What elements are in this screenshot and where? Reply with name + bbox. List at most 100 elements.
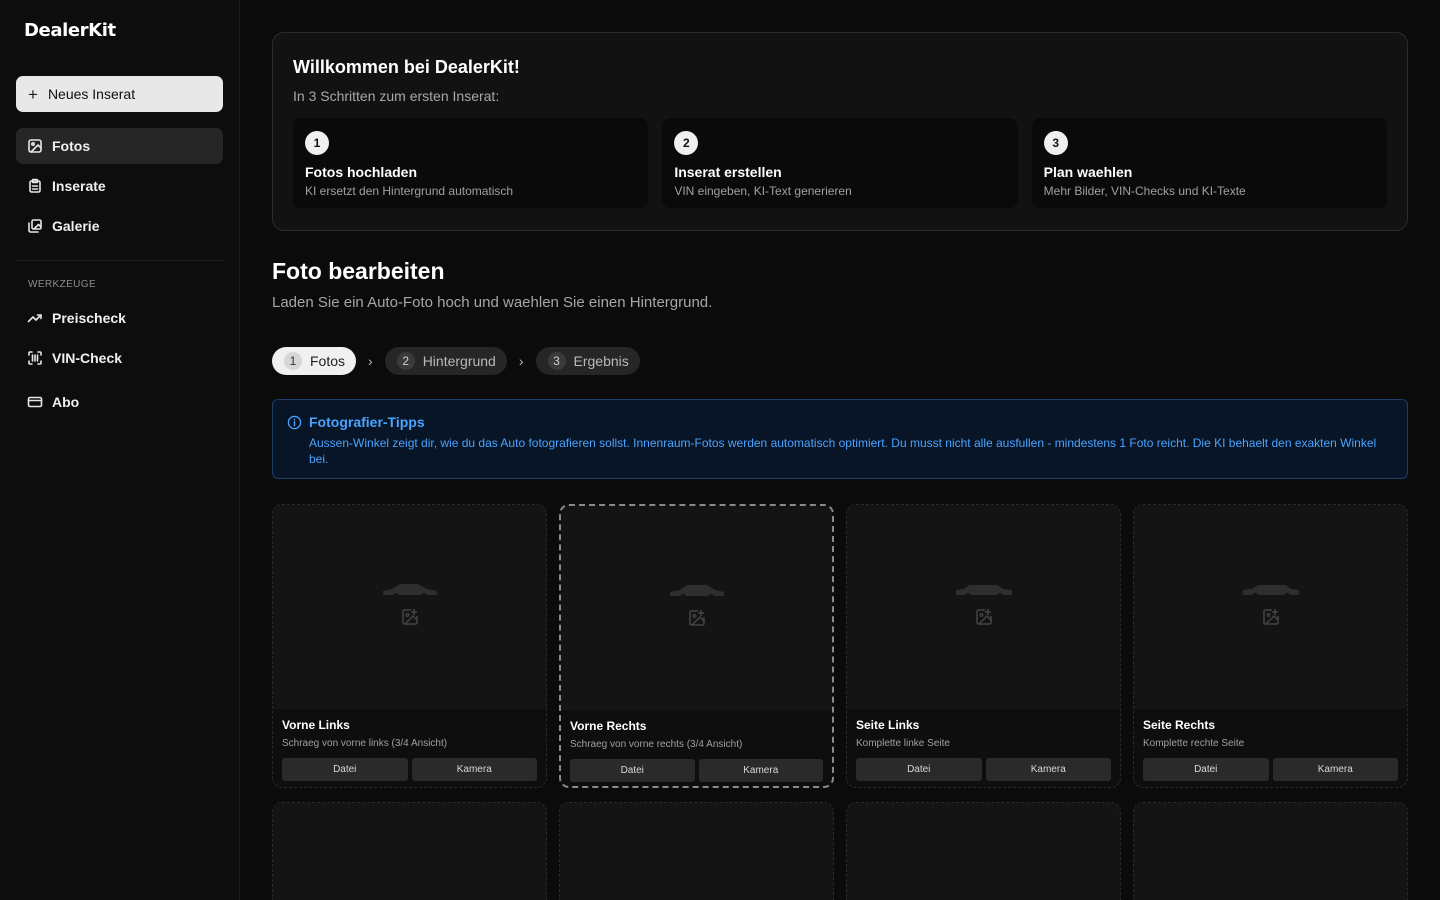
tools-section-label: WERKZEUGE (28, 279, 97, 290)
step-pill-number: 2 (396, 352, 415, 370)
step-description: KI ersetzt den Hintergrund automatisch (305, 184, 514, 198)
photo-dropzone[interactable] (1134, 505, 1407, 709)
car-silhouette-icon (669, 585, 724, 600)
step-description: VIN eingeben, KI-Text generieren (674, 184, 852, 198)
camera-button[interactable]: Kamera (698, 759, 823, 782)
step-pill-label: Hintergrund (422, 353, 496, 369)
photo-dropzone[interactable] (273, 505, 546, 709)
step-title: Plan waehlen (1043, 164, 1133, 180)
info-icon (287, 415, 302, 430)
photo-dropzone[interactable] (561, 506, 832, 710)
photo-dropzone[interactable] (1134, 803, 1407, 900)
tips-title: Fotografier-Tipps (309, 414, 425, 430)
photo-slot-title: Vorne Rechts (570, 719, 647, 733)
main-nav: Fotos Inserate Galerie (16, 128, 223, 248)
image-plus-icon (688, 610, 705, 626)
photo-slot-title: Seite Links (856, 718, 920, 732)
sidebar-item-inserate[interactable]: Inserate (16, 168, 223, 204)
image-plus-icon (975, 609, 992, 625)
welcome-subtitle: In 3 Schritten zum ersten Inserat: (293, 88, 500, 104)
camera-button[interactable]: Kamera (1272, 758, 1398, 781)
file-upload-button[interactable]: Datei (1143, 758, 1269, 781)
step-pill-label: Ergebnis (573, 353, 629, 369)
photo-slot[interactable] (559, 802, 834, 900)
scan-barcode-icon (28, 351, 42, 365)
camera-button[interactable]: Kamera (985, 758, 1111, 781)
progress-stepper: 1 Fotos › 2 Hintergrund › 3 Ergebnis (272, 347, 640, 375)
photo-slot-description: Schraeg von vorne rechts (3/4 Ansicht) (570, 739, 743, 750)
welcome-card: Willkommen bei DealerKit! In 3 Schritten… (272, 32, 1408, 231)
photo-dropzone[interactable] (560, 803, 833, 900)
photo-slot-title: Vorne Links (282, 718, 350, 732)
photo-slot-title: Seite Rechts (1143, 718, 1216, 732)
step-title: Fotos hochladen (305, 164, 417, 180)
step-pill-label: Fotos (310, 353, 346, 369)
step-number-badge: 1 (305, 131, 329, 155)
plus-icon: + (28, 84, 38, 104)
tips-text: Aussen-Winkel zeigt dir, wie du das Auto… (309, 436, 1377, 466)
step-pill-number: 1 (284, 352, 302, 370)
sidebar-item-galerie[interactable]: Galerie (16, 208, 223, 244)
chevron-right-icon: › (368, 353, 373, 369)
sidebar-item-fotos[interactable]: Fotos (16, 128, 223, 164)
car-silhouette-icon (955, 585, 1012, 599)
page-subtitle: Laden Sie ein Auto-Foto hoch und waehlen… (272, 294, 713, 311)
car-silhouette-icon (382, 584, 437, 599)
sidebar-item-preischeck[interactable]: Preischeck (16, 300, 223, 336)
sidebar-item-label: Fotos (52, 138, 91, 154)
image-icon (28, 139, 42, 153)
sidebar-item-label: Galerie (52, 218, 100, 234)
new-listing-label: Neues Inserat (47, 86, 136, 102)
step-pill-hintergrund[interactable]: 2 Hintergrund (384, 347, 507, 375)
main-content: Willkommen bei DealerKit! In 3 Schritten… (240, 0, 1440, 900)
onboarding-step: 2 Inserat erstellen VIN eingeben, KI-Tex… (662, 118, 1018, 208)
photo-slot[interactable] (1133, 802, 1408, 900)
file-upload-button[interactable]: Datei (570, 759, 695, 782)
photo-slot-description: Komplette linke Seite (856, 738, 950, 749)
photo-dropzone[interactable] (847, 803, 1120, 900)
photo-slot-grid: Vorne Links Schraeg von vorne links (3/4… (272, 504, 1408, 900)
photo-slot[interactable] (846, 802, 1121, 900)
step-title: Inserat erstellen (674, 164, 782, 180)
onboarding-step: 3 Plan waehlen Mehr Bilder, VIN-Checks u… (1031, 118, 1387, 208)
sidebar-item-abo[interactable]: Abo (16, 384, 223, 420)
trending-up-icon (27, 314, 42, 323)
photo-dropzone[interactable] (847, 505, 1120, 709)
new-listing-button[interactable]: + Neues Inserat (16, 76, 223, 112)
step-pill-number: 3 (547, 352, 566, 370)
step-description: Mehr Bilder, VIN-Checks und KI-Texte (1043, 184, 1246, 198)
sidebar-item-label: Abo (52, 394, 80, 410)
car-silhouette-icon (1242, 585, 1299, 599)
photo-slot-vorne-links[interactable]: Vorne Links Schraeg von vorne links (3/4… (272, 504, 547, 788)
step-pill-fotos[interactable]: 1 Fotos (272, 347, 357, 375)
onboarding-step: 1 Fotos hochladen KI ersetzt den Hinterg… (293, 118, 649, 208)
images-icon (28, 219, 42, 233)
file-upload-button[interactable]: Datei (856, 758, 982, 781)
tools-nav: Preischeck VIN-Check Abo (16, 300, 223, 424)
brand-logo: DealerKit (24, 20, 116, 41)
image-plus-icon (401, 609, 418, 625)
sidebar: DealerKit + Neues Inserat Fotos Inserate… (0, 0, 240, 900)
welcome-title: Willkommen bei DealerKit! (293, 57, 520, 77)
photo-slot-seite-rechts[interactable]: Seite Rechts Komplette rechte Seite Date… (1133, 504, 1408, 788)
camera-button[interactable]: Kamera (411, 758, 537, 781)
onboarding-steps: 1 Fotos hochladen KI ersetzt den Hinterg… (293, 118, 1387, 208)
sidebar-item-label: Preischeck (52, 310, 126, 326)
sidebar-divider (16, 260, 223, 261)
step-number-badge: 3 (1043, 131, 1068, 155)
image-plus-icon (1262, 609, 1279, 625)
step-number-badge: 2 (674, 131, 699, 155)
file-upload-button[interactable]: Datei (282, 758, 408, 781)
photo-dropzone[interactable] (273, 803, 546, 900)
page-title: Foto bearbeiten (272, 258, 445, 284)
photo-slot[interactable] (272, 802, 547, 900)
chevron-right-icon: › (518, 353, 524, 369)
credit-card-icon (27, 396, 43, 408)
step-pill-ergebnis[interactable]: 3 Ergebnis (535, 347, 640, 375)
photo-slot-vorne-rechts[interactable]: Vorne Rechts Schraeg von vorne rechts (3… (559, 504, 834, 788)
sidebar-item-label: VIN-Check (52, 350, 123, 366)
photo-slot-seite-links[interactable]: Seite Links Komplette linke Seite Datei … (846, 504, 1121, 788)
sidebar-item-vin-check[interactable]: VIN-Check (16, 340, 223, 376)
photo-slot-description: Komplette rechte Seite (1143, 738, 1245, 749)
photo-slot-description: Schraeg von vorne links (3/4 Ansicht) (282, 738, 448, 749)
